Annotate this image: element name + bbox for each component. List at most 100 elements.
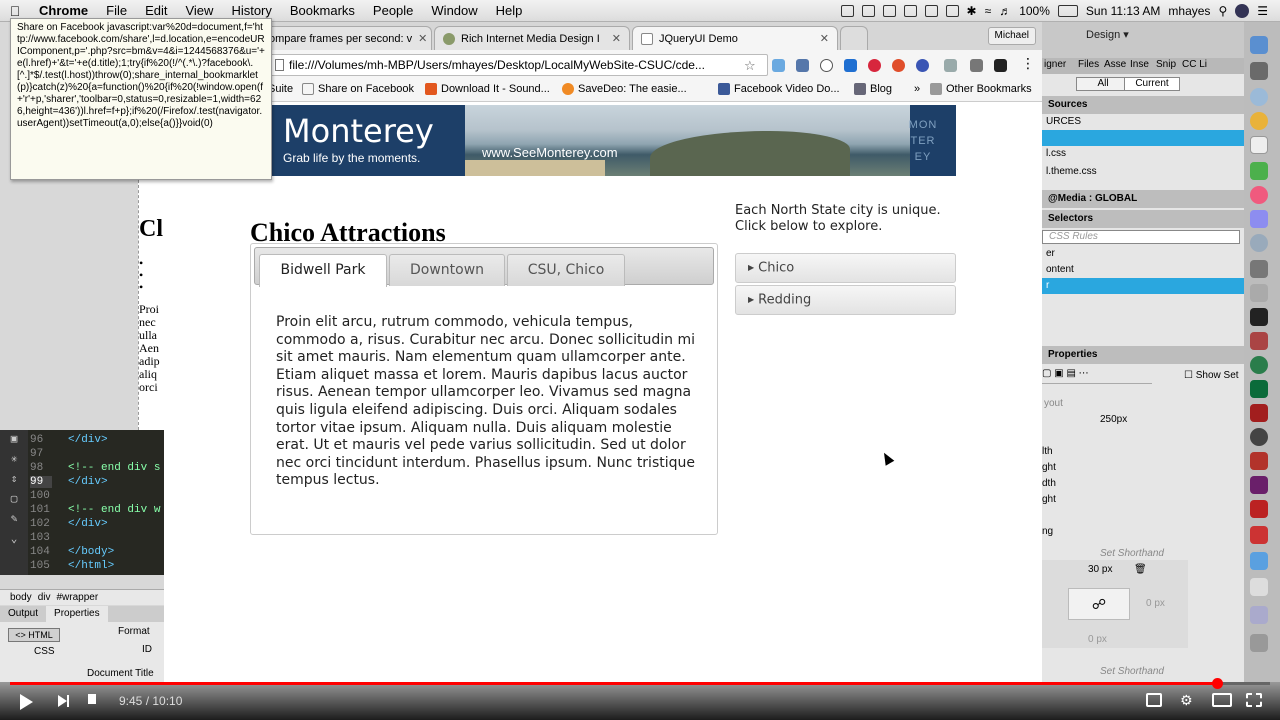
properties-header[interactable]: Properties xyxy=(1042,346,1244,364)
menu-edit[interactable]: Edit xyxy=(136,3,176,18)
folder-icon[interactable] xyxy=(1250,552,1268,570)
profile-button[interactable]: Michael xyxy=(987,27,1036,45)
selector-item[interactable]: ontent xyxy=(1042,262,1244,278)
bookmark-star-icon[interactable]: ☆ xyxy=(744,58,756,74)
code-line[interactable]: </html> xyxy=(68,560,114,572)
browser-tab-frames[interactable]: ompare frames per second: v ✕ xyxy=(260,26,432,50)
bookmark-other[interactable]: Other Bookmarks xyxy=(930,83,1032,95)
captions-icon[interactable] xyxy=(1146,693,1162,707)
bookmark-share-facebook[interactable]: Share on Facebook xyxy=(302,83,414,95)
app-icon[interactable] xyxy=(1250,234,1268,252)
menu-app[interactable]: Chrome xyxy=(30,3,97,18)
acrobat-icon[interactable] xyxy=(1250,452,1268,470)
monterey-banner[interactable]: Monterey Grab life by the moments. www.S… xyxy=(250,105,956,176)
menubar-clock[interactable]: Sun 11:13 AM xyxy=(1086,4,1161,18)
menu-view[interactable]: View xyxy=(176,3,222,18)
settings-gear-icon[interactable]: ⚙ xyxy=(1180,692,1193,709)
code-line[interactable]: </div> xyxy=(68,518,108,530)
finder-icon[interactable] xyxy=(1250,36,1268,54)
progress-bar[interactable] xyxy=(10,678,1270,689)
download-extension-icon[interactable] xyxy=(970,59,983,72)
code-view[interactable]: ▣ ✳ ⇕ ▢ ✎ ⌄ 96 </div> 97 98 <!-- end div… xyxy=(0,430,164,575)
calendar-icon[interactable] xyxy=(1250,136,1268,154)
safari-icon[interactable] xyxy=(1250,88,1268,106)
info-extension-icon[interactable] xyxy=(820,59,833,72)
trash-icon[interactable] xyxy=(1250,634,1268,652)
address-bar[interactable]: file:///Volumes/mh-MBP/Users/mhayes/Desk… xyxy=(270,54,768,76)
code-line[interactable]: <!-- end div s xyxy=(68,462,160,474)
app-icon[interactable] xyxy=(1250,526,1268,544)
menu-file[interactable]: File xyxy=(97,3,136,18)
notification-center-icon[interactable]: ☰ xyxy=(1257,4,1268,18)
show-set-checkbox[interactable]: ☐ Show Set xyxy=(1184,370,1239,381)
browser-tab-rich-media[interactable]: Rich Internet Media Design I ✕ xyxy=(434,26,630,50)
next-icon[interactable] xyxy=(58,695,69,707)
trash-icon[interactable]: 🗑 xyxy=(1134,564,1147,575)
media-header[interactable]: @Media : GLOBAL xyxy=(1042,190,1244,208)
tab-snippets[interactable]: Snip xyxy=(1156,59,1176,70)
terminal-icon[interactable] xyxy=(1250,308,1268,326)
menu-people[interactable]: People xyxy=(364,3,422,18)
source-item[interactable]: l.css xyxy=(1042,146,1244,162)
screen-record-icon[interactable] xyxy=(840,4,854,17)
tab-csu-chico[interactable]: CSU, Chico xyxy=(507,254,625,286)
music-icon[interactable] xyxy=(1250,186,1268,204)
new-tab-button[interactable] xyxy=(840,26,868,50)
bookmark-facebook-video[interactable]: Facebook Video Do... xyxy=(718,83,840,95)
volume-icon[interactable] xyxy=(88,694,96,704)
menubar-user[interactable]: mhayes xyxy=(1168,4,1210,18)
property-category-icons[interactable]: ▢ ▣ ▤ ⋯ xyxy=(1042,368,1152,384)
code-line[interactable]: </div> xyxy=(68,434,108,446)
html-mode-button[interactable]: <> HTML xyxy=(8,628,60,642)
apply-comment-icon[interactable]: ✎ xyxy=(0,510,28,530)
expand-all-icon[interactable]: ⇕ xyxy=(0,470,28,490)
menu-bookmarks[interactable]: Bookmarks xyxy=(281,3,364,18)
messages-icon[interactable] xyxy=(1250,162,1268,180)
selectors-header[interactable]: Selectors xyxy=(1042,210,1244,228)
play-icon[interactable] xyxy=(20,694,33,710)
code-line[interactable]: <!-- end div w xyxy=(68,504,160,516)
width-value[interactable]: 250px xyxy=(1100,414,1127,425)
tab-properties[interactable]: Properties xyxy=(46,606,108,622)
tab-downtown[interactable]: Downtown xyxy=(389,254,505,286)
menubar-utility-icon[interactable] xyxy=(945,4,959,17)
tab-output[interactable]: Output xyxy=(0,606,46,622)
bookmarks-overflow-button[interactable]: » xyxy=(914,83,920,95)
tag-body[interactable]: body xyxy=(10,592,32,603)
chrome-menu-icon[interactable]: ⋮ xyxy=(1021,55,1035,72)
extension-icon[interactable] xyxy=(796,59,809,72)
progress-scrubber[interactable] xyxy=(1212,678,1224,689)
dreamweaver-icon[interactable] xyxy=(1250,380,1268,398)
app-icon[interactable] xyxy=(1250,260,1268,278)
tag-div[interactable]: div xyxy=(38,592,51,603)
battery-percent[interactable]: 100% xyxy=(1019,4,1050,18)
close-tab-icon[interactable]: ✕ xyxy=(814,32,829,45)
bookmark-savedeo[interactable]: SaveDeo: The easie... xyxy=(562,83,687,95)
close-tab-icon[interactable]: ✕ xyxy=(412,32,427,45)
bookmark-download-sound[interactable]: Download It - Sound... xyxy=(425,83,550,95)
set-shorthand-field[interactable]: Set Shorthand xyxy=(1100,666,1164,677)
menu-window[interactable]: Window xyxy=(422,3,486,18)
fullscreen-icon[interactable] xyxy=(1246,693,1262,707)
extension-icon[interactable] xyxy=(772,59,785,72)
margin-bottom-value[interactable]: 0 px xyxy=(1088,634,1107,645)
menubar-tray-icon[interactable] xyxy=(903,4,917,17)
menu-history[interactable]: History xyxy=(222,3,280,18)
tab-bidwell-park[interactable]: Bidwell Park xyxy=(259,254,387,287)
volume-icon[interactable]: ♬ xyxy=(999,4,1011,18)
extension-icon[interactable] xyxy=(892,59,905,72)
wifi-icon[interactable]: ≈ xyxy=(985,4,992,18)
tab-assets[interactable]: Asse xyxy=(1104,59,1126,70)
current-button[interactable]: Current xyxy=(1124,77,1180,91)
app-store-icon[interactable] xyxy=(1250,210,1268,228)
document-icon[interactable] xyxy=(1250,578,1268,596)
link-margins-icon[interactable]: ☍ xyxy=(1068,588,1130,620)
tab-files[interactable]: Files xyxy=(1078,59,1099,70)
app-icon[interactable] xyxy=(1250,428,1268,446)
margin-top-value[interactable]: 30 px xyxy=(1088,564,1112,575)
siri-icon[interactable] xyxy=(1235,3,1250,18)
accordion-chico[interactable]: ▶ Chico xyxy=(735,253,956,283)
scroll-down-icon[interactable]: ⌄ xyxy=(0,530,28,550)
margin-right-value[interactable]: 0 px xyxy=(1146,598,1165,609)
downloads-icon[interactable] xyxy=(1250,606,1268,624)
